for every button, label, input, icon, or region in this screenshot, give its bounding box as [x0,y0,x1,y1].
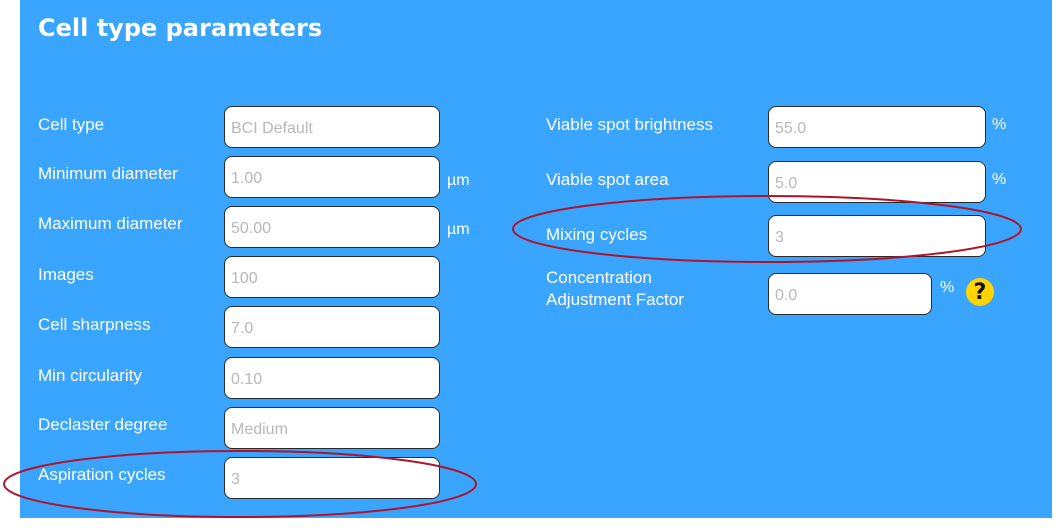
aspiration-cycles-highlight-ellipse [3,450,477,518]
highlight-overlay [3,195,1022,518]
mixing-cycles-highlight-ellipse [512,195,1022,263]
